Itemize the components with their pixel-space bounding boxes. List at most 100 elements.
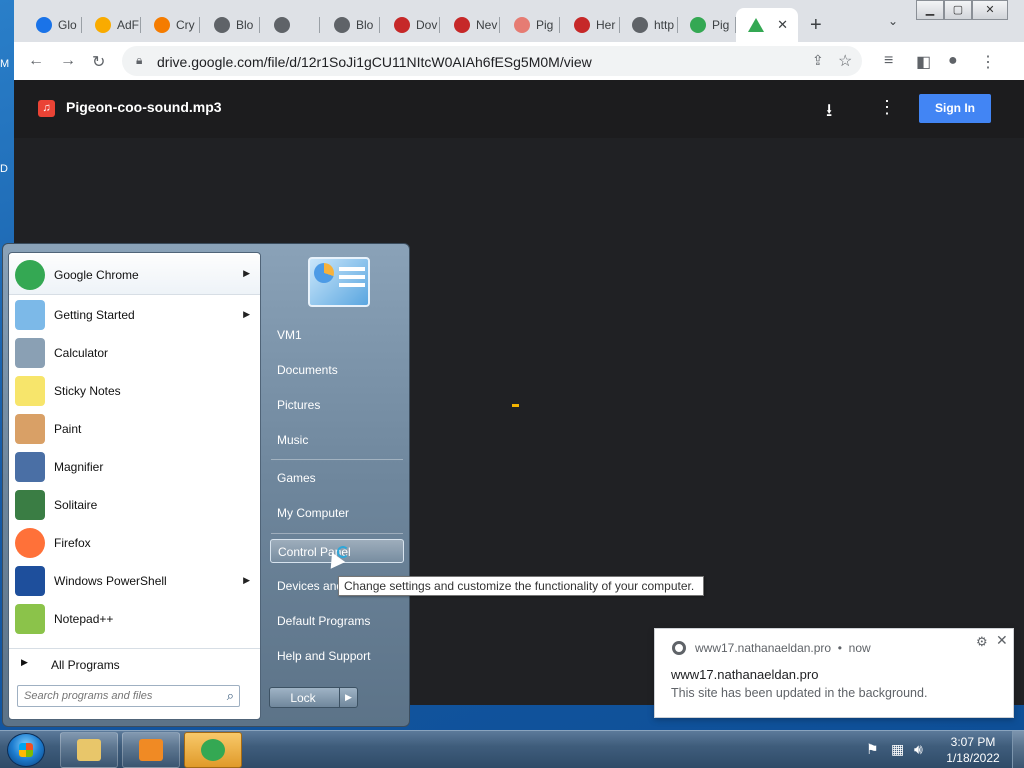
new-tab-button[interactable]: + bbox=[810, 14, 822, 37]
network-icon[interactable]: ▦ bbox=[891, 741, 904, 758]
program-item[interactable]: Windows PowerShell ▶ bbox=[9, 562, 260, 600]
desktop-edge-label: D bbox=[0, 163, 8, 175]
lock-button-label: Lock bbox=[290, 691, 316, 705]
tab-title: AdF bbox=[117, 18, 140, 32]
tab-title: Cry bbox=[176, 18, 195, 32]
user-picture-icon[interactable] bbox=[308, 257, 370, 307]
download-icon[interactable]: ⭳ bbox=[826, 98, 832, 128]
start-right-item[interactable]: Documents bbox=[270, 358, 404, 382]
viewer-header: ♫ Pigeon-coo-sound.mp3 ⭳ ⋮ Sign In bbox=[14, 80, 1024, 138]
tab-2[interactable]: Cry bbox=[142, 8, 200, 42]
notification-source: www17.nathanaeldan.pro • now bbox=[695, 641, 871, 655]
tab-favicon-icon bbox=[574, 17, 590, 33]
system-clock[interactable]: 3:07 PM 1/18/2022 bbox=[938, 734, 1008, 766]
gear-icon[interactable]: ⚙ bbox=[976, 634, 988, 650]
url-text[interactable]: drive.google.com/file/d/12r1SoJi1gCU11NI… bbox=[157, 54, 592, 70]
chrome-icon bbox=[15, 259, 45, 290]
reload-icon[interactable]: ↻ bbox=[92, 52, 105, 72]
tab-favicon-icon bbox=[274, 17, 290, 33]
taskbar: ⚑ ▦ 🔊︎ 3:07 PM 1/18/2022 bbox=[0, 730, 1024, 768]
divider bbox=[271, 459, 403, 460]
file-name: Pigeon-coo-sound.mp3 bbox=[66, 99, 222, 115]
start-right-item[interactable]: Default Programs bbox=[270, 609, 404, 633]
start-button[interactable] bbox=[7, 733, 45, 767]
share-icon[interactable]: ⇪ bbox=[812, 52, 824, 69]
back-arrow-icon[interactable]: ← bbox=[28, 52, 44, 70]
submenu-arrow-icon[interactable]: ▶ bbox=[243, 268, 250, 279]
maximize-button[interactable]: ▢ bbox=[944, 0, 972, 20]
tab-title: Glo bbox=[58, 18, 77, 32]
program-item[interactable]: Getting Started ▶ bbox=[9, 296, 260, 334]
tab-6[interactable]: Dov bbox=[382, 8, 440, 42]
volume-icon[interactable]: 🔊︎ bbox=[914, 741, 923, 758]
start-right-item[interactable]: Pictures bbox=[270, 393, 404, 417]
more-options-icon[interactable]: ⋮ bbox=[878, 97, 896, 118]
start-right-item[interactable]: My Computer bbox=[270, 501, 404, 525]
start-right-item[interactable]: VM1 bbox=[270, 323, 404, 347]
chrome-icon bbox=[672, 641, 686, 655]
tab-search-chevron-icon[interactable]: ⌄ bbox=[888, 14, 898, 28]
shutdown-options-arrow-icon[interactable]: ▶ bbox=[339, 688, 357, 707]
browser-menu-icon[interactable]: ⋮ bbox=[980, 52, 996, 72]
profile-avatar-icon[interactable]: ● bbox=[948, 52, 958, 70]
program-item[interactable]: Paint bbox=[9, 410, 260, 448]
submenu-arrow-icon[interactable]: ▶ bbox=[243, 309, 250, 320]
tab-7[interactable]: Nev bbox=[442, 8, 500, 42]
start-right-item[interactable]: Games bbox=[270, 466, 404, 490]
reading-list-icon[interactable]: ≡ bbox=[884, 52, 893, 70]
minimize-button[interactable]: ▁ bbox=[916, 0, 944, 20]
close-window-button[interactable]: ✕ bbox=[972, 0, 1008, 20]
browser-toolbar: ← → ↻ 🔒︎ drive.google.com/file/d/12r1SoJ… bbox=[14, 42, 1024, 80]
start-search-box[interactable]: ⌕ bbox=[17, 685, 240, 707]
side-panel-icon[interactable]: ◧ bbox=[916, 52, 931, 72]
tab-1[interactable]: AdF bbox=[83, 8, 141, 42]
action-center-flag-icon[interactable]: ⚑ bbox=[866, 741, 879, 758]
tab-8[interactable]: Pig bbox=[502, 8, 560, 42]
program-label: Calculator bbox=[54, 346, 109, 360]
tab-title: Blo bbox=[236, 18, 254, 32]
program-item[interactable]: Google Chrome ▶ bbox=[9, 255, 260, 295]
start-right-item[interactable]: Music bbox=[270, 428, 404, 452]
tab-4[interactable] bbox=[262, 8, 320, 42]
bookmark-star-icon[interactable]: ☆ bbox=[838, 51, 852, 71]
program-item[interactable]: Calculator bbox=[9, 334, 260, 372]
start-right-item[interactable]: Help and Support bbox=[270, 644, 404, 668]
program-item[interactable]: Sticky Notes bbox=[9, 372, 260, 410]
tab-active[interactable]: ✕ bbox=[736, 8, 798, 42]
taskbar-media-player-button[interactable] bbox=[122, 732, 180, 768]
taskbar-explorer-button[interactable] bbox=[60, 732, 118, 768]
address-bar[interactable]: 🔒︎ drive.google.com/file/d/12r1SoJi1gCU1… bbox=[122, 46, 862, 76]
calculator-icon bbox=[15, 338, 45, 368]
tab-favicon-icon bbox=[394, 17, 410, 33]
show-desktop-button[interactable] bbox=[1012, 731, 1024, 768]
tab-title: Her bbox=[596, 18, 616, 32]
tab-favicon-icon bbox=[36, 17, 52, 33]
start-menu: Google Chrome ▶ Getting Started ▶ Calculator… bbox=[2, 243, 410, 727]
tab-title: Nev bbox=[476, 18, 498, 32]
browser-notification[interactable]: www17.nathanaeldan.pro • now ⚙ ✕ www17.n… bbox=[654, 628, 1014, 718]
program-item[interactable]: Notepad++ bbox=[9, 600, 260, 638]
submenu-arrow-icon[interactable]: ▶ bbox=[243, 575, 250, 586]
tab-10[interactable]: http bbox=[620, 8, 678, 42]
tab-close-icon[interactable]: ✕ bbox=[777, 17, 788, 33]
program-item[interactable]: Firefox bbox=[9, 524, 260, 562]
play-arrow-icon: ▶ bbox=[21, 657, 28, 667]
forward-arrow-icon[interactable]: → bbox=[60, 52, 76, 70]
all-programs-button[interactable]: ▶ All Programs bbox=[9, 648, 260, 678]
search-icon[interactable]: ⌕ bbox=[227, 688, 234, 704]
search-input[interactable] bbox=[24, 689, 214, 703]
tab-3[interactable]: Blo bbox=[202, 8, 260, 42]
program-item[interactable]: Magnifier bbox=[9, 448, 260, 486]
sign-in-button[interactable]: Sign In bbox=[919, 94, 991, 123]
program-item[interactable]: Solitaire bbox=[9, 486, 260, 524]
tab-0[interactable]: Glo bbox=[24, 8, 82, 42]
taskbar-chrome-button[interactable] bbox=[184, 732, 242, 768]
media-player-icon bbox=[139, 739, 163, 761]
lock-button[interactable]: Lock ▶ bbox=[269, 687, 358, 708]
tab-5[interactable]: Blo bbox=[322, 8, 380, 42]
tab-9[interactable]: Her bbox=[562, 8, 620, 42]
tab-11[interactable]: Pig bbox=[678, 8, 736, 42]
close-icon[interactable]: ✕ bbox=[996, 632, 1008, 649]
lock-icon[interactable]: 🔒︎ bbox=[136, 53, 142, 68]
paint-icon bbox=[15, 414, 45, 444]
